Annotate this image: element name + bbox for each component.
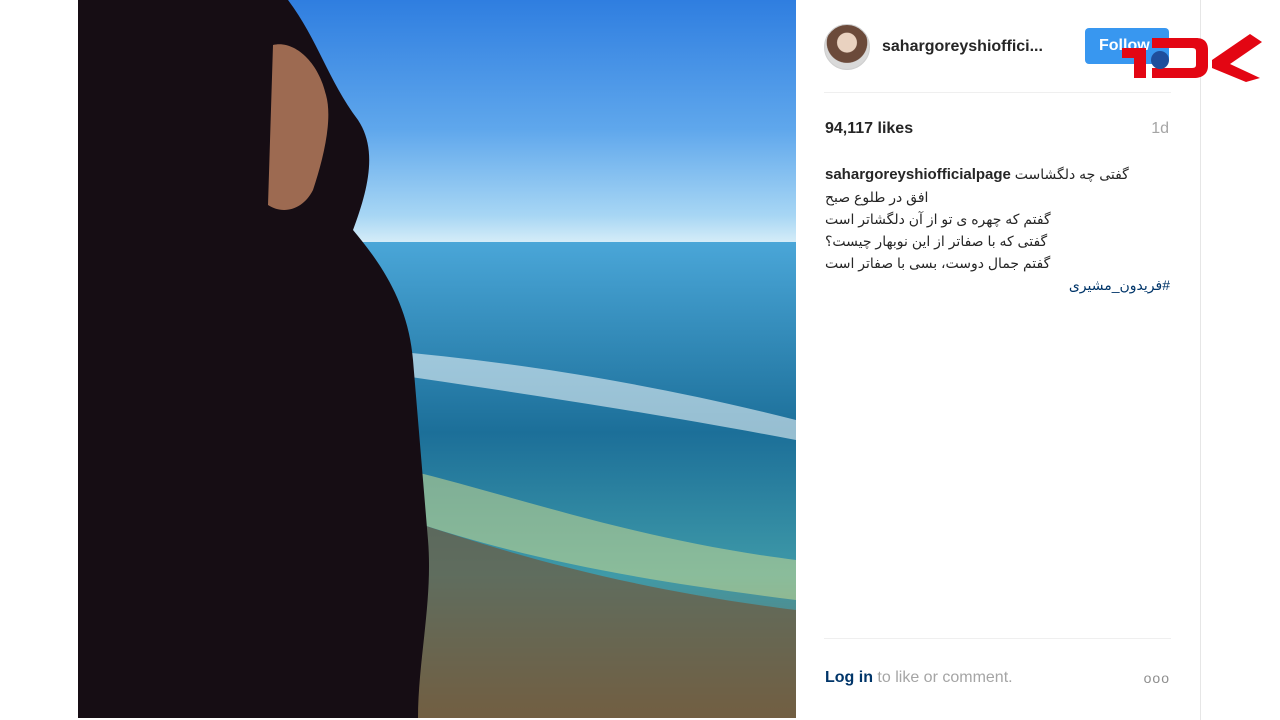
- login-text: to like or comment.: [872, 669, 1013, 686]
- caption-hashtag[interactable]: #فریدون_مشیری: [825, 274, 1170, 296]
- caption-username[interactable]: sahargoreyshiofficialpage: [825, 166, 1011, 183]
- rokna-logo-icon: [1112, 20, 1264, 86]
- instagram-post-embed: sahargoreyshioffici... Follow 94,117 lik…: [78, 0, 1201, 720]
- likes-count[interactable]: 94,117 likes: [825, 120, 913, 138]
- post-sidebar: sahargoreyshioffici... Follow 94,117 lik…: [796, 0, 1199, 720]
- caption-line: گفتی چه دلگشاست: [1014, 166, 1129, 182]
- header-divider: [824, 92, 1171, 93]
- post-caption: sahargoreyshiofficialpage گفتی چه دلگشاس…: [825, 163, 1170, 296]
- post-photo[interactable]: [78, 0, 796, 718]
- caption-first-line: sahargoreyshiofficialpage گفتی چه دلگشاس…: [825, 163, 1170, 186]
- post-time[interactable]: 1d: [1151, 120, 1169, 138]
- footer-divider: [824, 638, 1171, 639]
- more-options-icon[interactable]: ooo: [1144, 670, 1170, 686]
- caption-line: گفتم که چهره ی تو از آن دلگشاتر است: [825, 211, 1051, 227]
- caption-line: گفتم جمال دوست، بسی با صفاتر است: [825, 255, 1051, 271]
- caption-line: گفتی که با صفاتر از این نوبهار چیست؟: [825, 233, 1048, 249]
- username-link[interactable]: sahargoreyshioffici...: [882, 38, 1062, 56]
- caption-line: افق در طلوع صبح: [825, 189, 929, 205]
- profile-avatar-icon[interactable]: [824, 24, 870, 70]
- beach-silhouette-illustration: [78, 0, 796, 718]
- login-prompt: Log in to like or comment.: [825, 669, 1013, 687]
- login-link[interactable]: Log in: [825, 669, 873, 686]
